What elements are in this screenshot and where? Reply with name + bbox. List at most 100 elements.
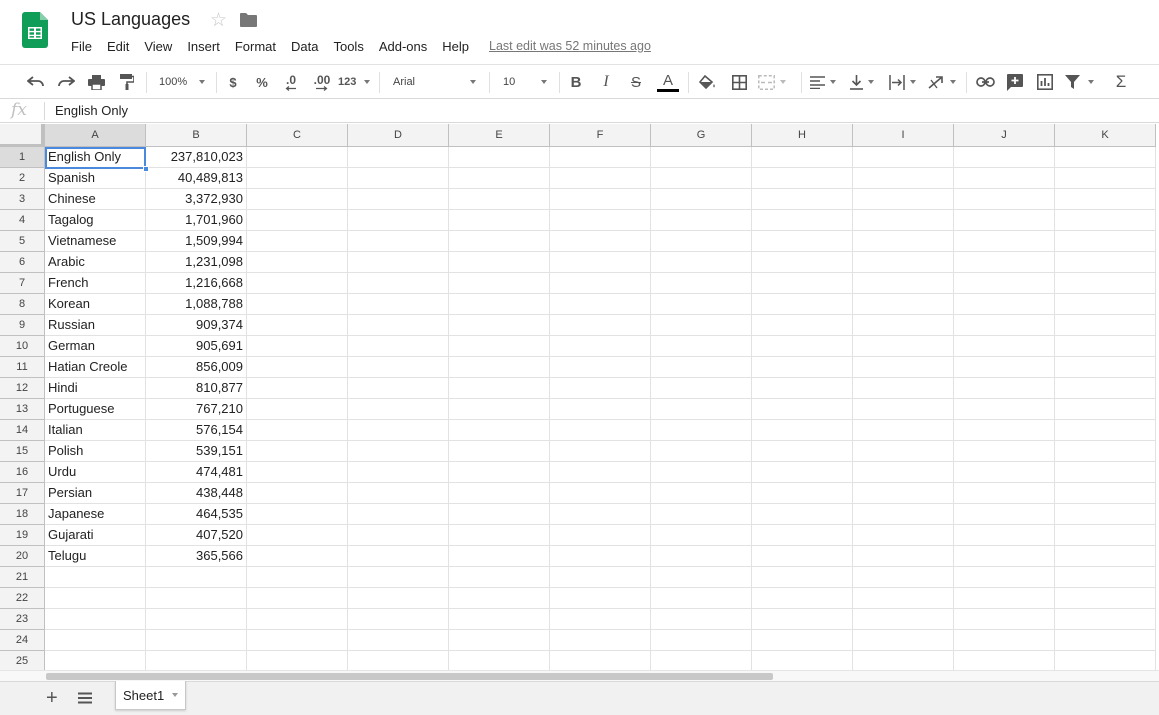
cell-a7[interactable]: French: [45, 273, 146, 294]
cell-b19[interactable]: 407,520: [146, 525, 247, 546]
cell-j11[interactable]: [954, 357, 1055, 378]
cell-d6[interactable]: [348, 252, 449, 273]
cell-f3[interactable]: [550, 189, 651, 210]
cell-g15[interactable]: [651, 441, 752, 462]
cell-a3[interactable]: Chinese: [45, 189, 146, 210]
text-rotation-icon[interactable]: [928, 65, 960, 99]
cell-b16[interactable]: 474,481: [146, 462, 247, 483]
menu-insert[interactable]: Insert: [187, 39, 220, 54]
cell-f17[interactable]: [550, 483, 651, 504]
row-header[interactable]: 11: [0, 357, 45, 378]
cell-g23[interactable]: [651, 609, 752, 630]
cell-f19[interactable]: [550, 525, 651, 546]
cell-j9[interactable]: [954, 315, 1055, 336]
cell-k15[interactable]: [1055, 441, 1156, 462]
cell-k16[interactable]: [1055, 462, 1156, 483]
menu-format[interactable]: Format: [235, 39, 276, 54]
zoom-select[interactable]: 100%: [153, 65, 211, 99]
cell-k10[interactable]: [1055, 336, 1156, 357]
cell-e13[interactable]: [449, 399, 550, 420]
cell-k7[interactable]: [1055, 273, 1156, 294]
cell-c25[interactable]: [247, 651, 348, 670]
cell-a2[interactable]: Spanish: [45, 168, 146, 189]
text-wrapping-icon[interactable]: [889, 65, 921, 99]
cell-g22[interactable]: [651, 588, 752, 609]
cell-h14[interactable]: [752, 420, 853, 441]
row-header[interactable]: 23: [0, 609, 45, 630]
cell-j1[interactable]: [954, 147, 1055, 168]
cell-d23[interactable]: [348, 609, 449, 630]
last-edit-link[interactable]: Last edit was 52 minutes ago: [489, 39, 651, 53]
cell-h15[interactable]: [752, 441, 853, 462]
cell-h19[interactable]: [752, 525, 853, 546]
cell-b6[interactable]: 1,231,098: [146, 252, 247, 273]
cell-h7[interactable]: [752, 273, 853, 294]
row-header[interactable]: 22: [0, 588, 45, 609]
cell-j21[interactable]: [954, 567, 1055, 588]
fill-color-icon[interactable]: [696, 65, 718, 99]
cell-d22[interactable]: [348, 588, 449, 609]
cell-i18[interactable]: [853, 504, 954, 525]
cell-j25[interactable]: [954, 651, 1055, 670]
cell-i3[interactable]: [853, 189, 954, 210]
cell-a1[interactable]: English Only: [45, 147, 146, 168]
cell-f10[interactable]: [550, 336, 651, 357]
cell-i20[interactable]: [853, 546, 954, 567]
row-header[interactable]: 2: [0, 168, 45, 189]
cell-f22[interactable]: [550, 588, 651, 609]
cell-f1[interactable]: [550, 147, 651, 168]
cell-e12[interactable]: [449, 378, 550, 399]
cell-h22[interactable]: [752, 588, 853, 609]
cell-b17[interactable]: 438,448: [146, 483, 247, 504]
cell-g13[interactable]: [651, 399, 752, 420]
cell-c5[interactable]: [247, 231, 348, 252]
cell-g10[interactable]: [651, 336, 752, 357]
cell-i9[interactable]: [853, 315, 954, 336]
cell-g12[interactable]: [651, 378, 752, 399]
cell-i8[interactable]: [853, 294, 954, 315]
cell-c20[interactable]: [247, 546, 348, 567]
row-header[interactable]: 17: [0, 483, 45, 504]
cell-j8[interactable]: [954, 294, 1055, 315]
add-sheet-button[interactable]: +: [46, 687, 58, 709]
cell-h16[interactable]: [752, 462, 853, 483]
column-header-d[interactable]: D: [348, 124, 449, 147]
cell-i14[interactable]: [853, 420, 954, 441]
cell-b18[interactable]: 464,535: [146, 504, 247, 525]
cell-b9[interactable]: 909,374: [146, 315, 247, 336]
text-color-button[interactable]: A: [656, 65, 680, 99]
row-header[interactable]: 6: [0, 252, 45, 273]
cell-j12[interactable]: [954, 378, 1055, 399]
cell-a4[interactable]: Tagalog: [45, 210, 146, 231]
cell-d19[interactable]: [348, 525, 449, 546]
cell-d7[interactable]: [348, 273, 449, 294]
select-all-corner[interactable]: [0, 124, 45, 147]
cell-k21[interactable]: [1055, 567, 1156, 588]
cell-g7[interactable]: [651, 273, 752, 294]
row-header[interactable]: 19: [0, 525, 45, 546]
menu-help[interactable]: Help: [442, 39, 469, 54]
cell-c23[interactable]: [247, 609, 348, 630]
cell-b3[interactable]: 3,372,930: [146, 189, 247, 210]
cell-i23[interactable]: [853, 609, 954, 630]
cell-f11[interactable]: [550, 357, 651, 378]
cell-f6[interactable]: [550, 252, 651, 273]
cell-i11[interactable]: [853, 357, 954, 378]
cell-k24[interactable]: [1055, 630, 1156, 651]
cell-c3[interactable]: [247, 189, 348, 210]
cell-g19[interactable]: [651, 525, 752, 546]
cell-j24[interactable]: [954, 630, 1055, 651]
row-header[interactable]: 12: [0, 378, 45, 399]
row-header[interactable]: 25: [0, 651, 45, 670]
cell-c6[interactable]: [247, 252, 348, 273]
cell-d11[interactable]: [348, 357, 449, 378]
row-header[interactable]: 10: [0, 336, 45, 357]
menu-file[interactable]: File: [71, 39, 92, 54]
cell-g11[interactable]: [651, 357, 752, 378]
row-header[interactable]: 9: [0, 315, 45, 336]
cell-k25[interactable]: [1055, 651, 1156, 670]
cell-f20[interactable]: [550, 546, 651, 567]
menu-add-ons[interactable]: Add-ons: [379, 39, 427, 54]
row-header[interactable]: 21: [0, 567, 45, 588]
cell-e7[interactable]: [449, 273, 550, 294]
